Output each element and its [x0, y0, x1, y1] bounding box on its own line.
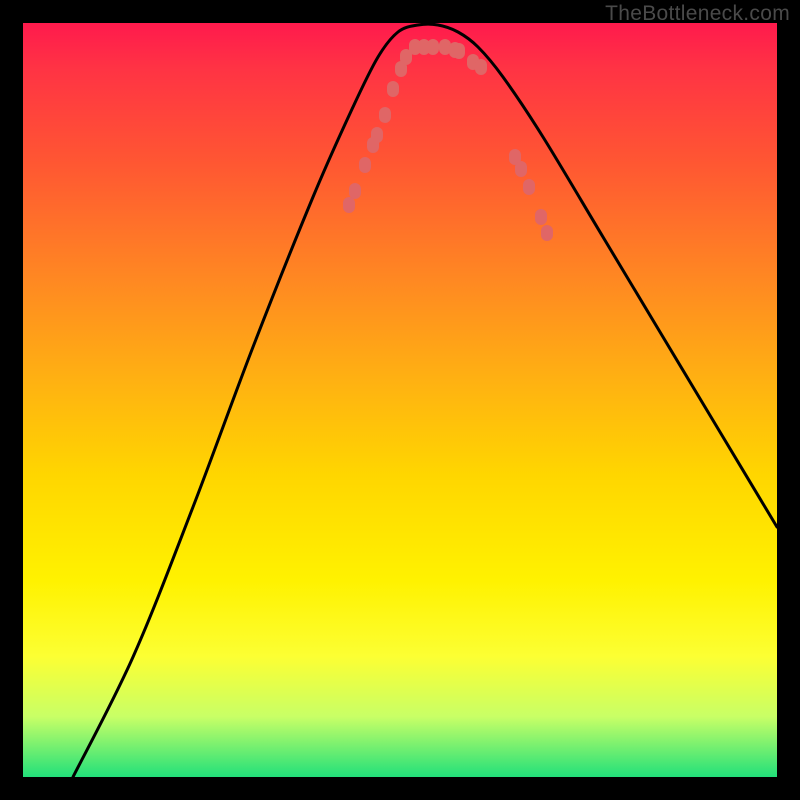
plot-background	[23, 23, 777, 777]
curve-marker	[343, 197, 355, 213]
bottleneck-curve	[73, 24, 777, 777]
curve-marker	[475, 59, 487, 75]
curve-marker	[515, 161, 527, 177]
curve-marker	[359, 157, 371, 173]
chart-frame: TheBottleneck.com	[0, 0, 800, 800]
curve-path	[73, 24, 777, 777]
curve-marker	[379, 107, 391, 123]
curve-marker	[535, 209, 547, 225]
curve-marker	[541, 225, 553, 241]
curve-marker	[453, 43, 465, 59]
curve-marker	[387, 81, 399, 97]
watermark-text: TheBottleneck.com	[605, 2, 790, 26]
curve-layer	[23, 23, 777, 777]
curve-marker	[523, 179, 535, 195]
curve-marker	[427, 39, 439, 55]
marker-layer	[343, 39, 553, 241]
curve-marker	[371, 127, 383, 143]
curve-marker	[349, 183, 361, 199]
